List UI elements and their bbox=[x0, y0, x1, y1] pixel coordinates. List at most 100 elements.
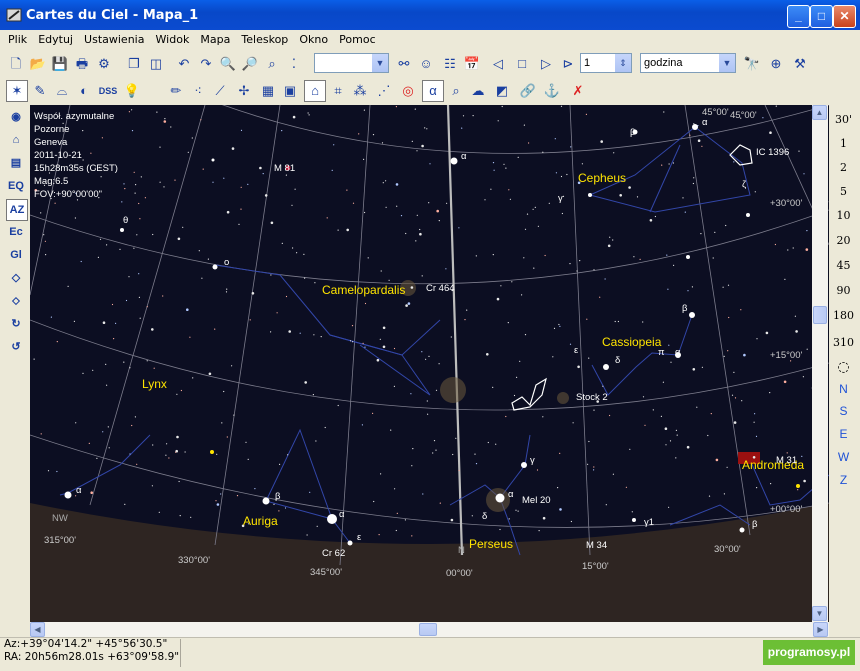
east-button[interactable]: E bbox=[831, 427, 856, 441]
scroll-thumb[interactable] bbox=[813, 306, 827, 324]
chevron-down-icon[interactable]: ▼ bbox=[372, 54, 388, 72]
link-icon[interactable]: 🔗 bbox=[518, 81, 538, 101]
altaz-button[interactable]: AZ bbox=[6, 199, 28, 221]
north-button[interactable]: N bbox=[831, 382, 856, 396]
target-circle-icon[interactable]: ◎ bbox=[398, 81, 418, 101]
calendar-edit-icon[interactable]: ▤ bbox=[6, 153, 26, 173]
rotate-left-icon[interactable]: ↺ bbox=[6, 337, 26, 357]
constellation-lines-icon[interactable]: ⁖ bbox=[188, 81, 208, 101]
zoom-button[interactable]: 45 bbox=[831, 259, 856, 272]
zoom-button[interactable]: 2 bbox=[831, 161, 856, 174]
galactic-button[interactable]: Gl bbox=[6, 245, 26, 265]
south-button[interactable]: S bbox=[831, 404, 856, 418]
asterism-icon[interactable]: ✢ bbox=[234, 81, 254, 101]
nebula-toggle-icon[interactable]: ✎ bbox=[30, 81, 50, 101]
time-stop-icon[interactable]: □ bbox=[512, 54, 532, 74]
new-map-icon[interactable]: 🗋 bbox=[6, 54, 26, 74]
zenith-view-icon[interactable]: ◉ bbox=[6, 107, 26, 127]
constellation-figure-icon[interactable]: ⌂ bbox=[304, 80, 326, 102]
scroll-down-icon[interactable]: ▼ bbox=[812, 606, 827, 621]
grid-icon[interactable]: ▦ bbox=[258, 81, 278, 101]
remove-marks-icon[interactable]: ✗ bbox=[568, 81, 588, 101]
scroll-right-icon[interactable]: ▶ bbox=[813, 622, 828, 637]
search-object-icon[interactable]: ⌕ bbox=[446, 81, 466, 101]
menu-plik[interactable]: Plik bbox=[4, 30, 31, 46]
menu-widok[interactable]: Widok bbox=[152, 30, 194, 46]
rotate-right-icon[interactable]: ↻ bbox=[6, 314, 26, 334]
lines-icon[interactable]: ⋰ bbox=[374, 81, 394, 101]
undo-icon[interactable]: ↶ bbox=[174, 54, 194, 74]
labels-icon[interactable]: ⁂ bbox=[350, 81, 370, 101]
tile-windows-icon[interactable]: ◫ bbox=[146, 54, 166, 74]
stars-toggle-icon[interactable]: ✶ bbox=[6, 80, 28, 102]
open-folder-icon[interactable]: 📂 bbox=[28, 54, 48, 74]
zoom-button[interactable]: 20 bbox=[831, 234, 856, 247]
anchor-icon[interactable]: ⚓ bbox=[542, 81, 562, 101]
chevron-down-icon[interactable]: ▼ bbox=[719, 54, 735, 72]
settings-gear-icon[interactable]: ⚙ bbox=[94, 54, 114, 74]
menu-edytuj[interactable]: Edytuj bbox=[34, 30, 77, 46]
time-unit-select[interactable]: godzina ▼ bbox=[640, 53, 736, 73]
time-fast-forward-icon[interactable]: ⊳ bbox=[558, 54, 578, 74]
menu-pomoc[interactable]: Pomoc bbox=[335, 30, 379, 46]
scroll-left-icon[interactable]: ◀ bbox=[30, 622, 45, 637]
save-icon[interactable]: 💾 bbox=[50, 54, 70, 74]
redo-icon[interactable]: ↷ bbox=[196, 54, 216, 74]
telescope-icon[interactable]: 🔭 bbox=[742, 54, 762, 74]
milkyway-toggle-icon[interactable]: ◐ bbox=[74, 81, 94, 101]
zoom-button[interactable]: 5 bbox=[831, 185, 856, 198]
zoom-button[interactable]: 310 bbox=[831, 336, 856, 349]
constellation-boundary-icon[interactable]: ⟋ bbox=[210, 81, 230, 101]
contrast-icon[interactable]: ◩ bbox=[492, 81, 512, 101]
zenith-button[interactable]: Z bbox=[831, 473, 856, 487]
telescope-sync-icon[interactable]: ⚒ bbox=[790, 54, 810, 74]
pencil-icon[interactable]: ✏ bbox=[166, 81, 186, 101]
color-dots-icon[interactable]: ⁚ bbox=[284, 54, 304, 74]
zoom-in-icon[interactable]: 🔍 bbox=[218, 54, 238, 74]
observer-icon[interactable]: ☺ bbox=[416, 54, 436, 74]
zoom-button[interactable]: 180 bbox=[831, 309, 856, 322]
menu-okno[interactable]: Okno bbox=[295, 30, 332, 46]
menu-mapa[interactable]: Mapa bbox=[196, 30, 234, 46]
menu-teleskop[interactable]: Teleskop bbox=[237, 30, 292, 46]
vertical-scrollbar[interactable]: ▲ ▼ bbox=[812, 105, 828, 622]
target-icon[interactable]: ⊕ bbox=[766, 54, 786, 74]
dss-button[interactable]: DSS bbox=[96, 81, 120, 101]
time-step-spinner[interactable]: 1 ⇕ bbox=[580, 53, 632, 73]
horizontal-scrollbar[interactable]: ◀ ▶ bbox=[30, 622, 829, 637]
object-search-combo[interactable]: ▼ bbox=[314, 53, 389, 73]
scroll-up-icon[interactable]: ▲ bbox=[812, 105, 827, 120]
sky-map-svg[interactable] bbox=[30, 105, 829, 622]
zenith-circle-icon[interactable]: ◌ bbox=[831, 359, 856, 375]
zoom-button[interactable]: 10 bbox=[831, 209, 856, 222]
zoom-button[interactable]: 90 bbox=[831, 284, 856, 297]
flip-horizontal-icon[interactable]: ◇ bbox=[6, 268, 26, 288]
scroll-thumb[interactable] bbox=[419, 623, 437, 636]
boundaries-icon[interactable]: ⌗ bbox=[328, 81, 348, 101]
minimize-button[interactable]: _ bbox=[787, 5, 810, 28]
lines-toggle-icon[interactable]: ⌓ bbox=[52, 81, 72, 101]
zoom-out-icon[interactable]: 🔎 bbox=[240, 54, 260, 74]
ecliptic-button[interactable]: Ec bbox=[6, 222, 26, 242]
close-button[interactable]: ✕ bbox=[833, 5, 856, 28]
equatorial-button[interactable]: EQ bbox=[6, 176, 26, 196]
bulb-icon[interactable]: 💡 bbox=[122, 81, 142, 101]
print-icon[interactable]: 🖶 bbox=[72, 54, 92, 74]
binoculars-icon[interactable]: ⚯ bbox=[394, 54, 414, 74]
menu-ustawienia[interactable]: Ustawienia bbox=[80, 30, 148, 46]
horizon-icon[interactable]: ⌂ bbox=[6, 130, 26, 150]
list-icon[interactable]: ☷ bbox=[440, 54, 460, 74]
time-back-icon[interactable]: ◁ bbox=[488, 54, 508, 74]
zoom-fit-icon[interactable]: ⌕ bbox=[262, 54, 282, 74]
zoom-button[interactable]: 30' bbox=[831, 113, 856, 126]
calendar-icon[interactable]: 📅 bbox=[462, 54, 482, 74]
cascade-windows-icon[interactable]: ❐ bbox=[124, 54, 144, 74]
sky-background-icon[interactable]: ☁ bbox=[468, 81, 488, 101]
sky-chart[interactable]: Współ. azymutalne Pozorne Geneva 2011-10… bbox=[30, 105, 829, 622]
spinner-arrows-icon[interactable]: ⇕ bbox=[615, 54, 631, 72]
maximize-button[interactable]: □ bbox=[810, 5, 833, 28]
time-forward-icon[interactable]: ▷ bbox=[536, 54, 556, 74]
west-button[interactable]: W bbox=[831, 450, 856, 464]
zoom-button[interactable]: 1 bbox=[831, 137, 856, 150]
flip-vertical-icon[interactable]: ⬦ bbox=[6, 291, 26, 311]
